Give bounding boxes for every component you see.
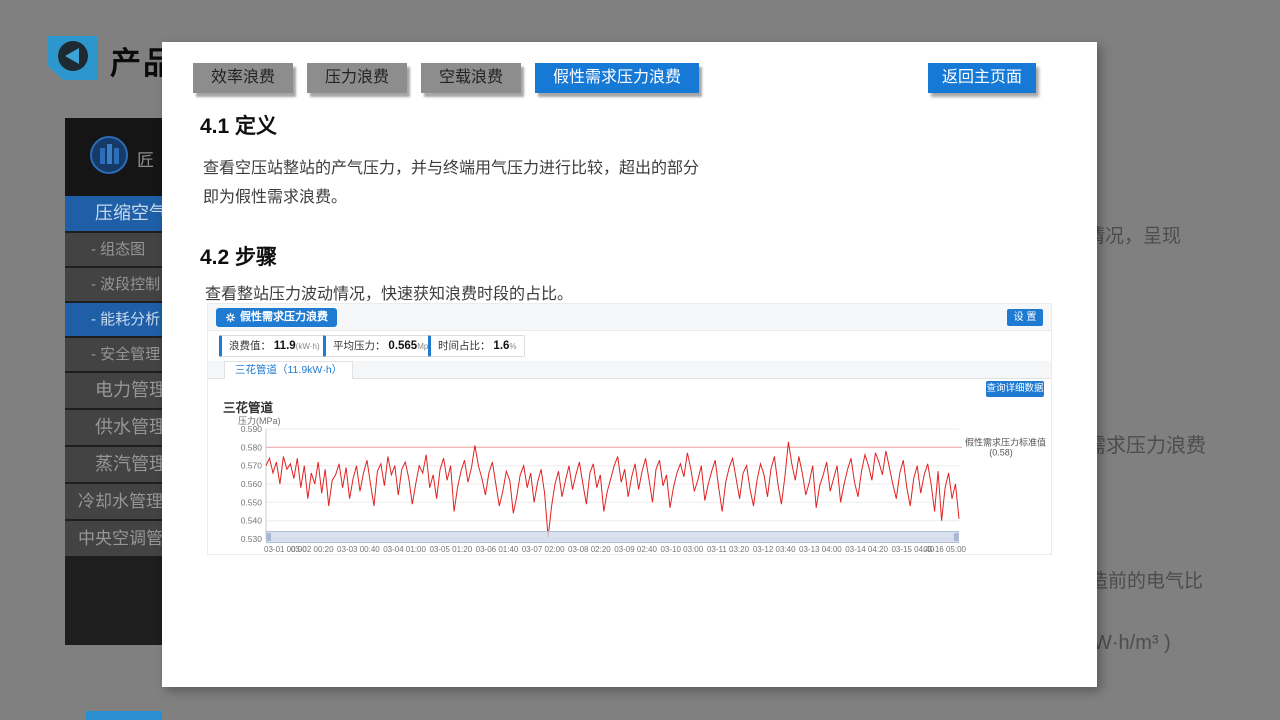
background-text-fragment: 需求压力浪费 [1086, 429, 1206, 458]
chart-datazoom-slider[interactable] [266, 531, 959, 543]
background-text-fragment: 情况，呈现 [1086, 221, 1181, 248]
svg-text:03-12 03:40: 03-12 03:40 [753, 545, 796, 554]
definition-text-line: 即为假性需求浪费。 [203, 183, 347, 207]
svg-text:0.570: 0.570 [241, 461, 263, 471]
svg-text:03-10 03:00: 03-10 03:00 [660, 545, 703, 554]
svg-text:03-13 04:00: 03-13 04:00 [799, 545, 842, 554]
background-text-fragment: W·h/m³ ) [1093, 632, 1171, 655]
pressure-line-chart: 0.5900.5800.5700.5600.5500.5400.53003-01… [208, 304, 1053, 556]
section-heading-steps: 4.2 步骤 [200, 241, 277, 271]
svg-text:03-04 01:00: 03-04 01:00 [383, 545, 426, 554]
svg-text:假性需求压力标准值: 假性需求压力标准值 [965, 436, 1046, 447]
help-modal: 效率浪费压力浪费空载浪费假性需求压力浪费 返回主页面 4.1 定义 查看空压站整… [162, 42, 1097, 687]
background-text-fragment: 造前的电气比 [1089, 566, 1203, 593]
svg-text:0.530: 0.530 [241, 534, 263, 544]
svg-text:0.550: 0.550 [241, 497, 263, 507]
svg-text:0.560: 0.560 [241, 479, 263, 489]
back-button[interactable] [48, 36, 98, 80]
waste-tab[interactable]: 假性需求压力浪费 [535, 63, 699, 93]
sidebar-logo-icon [90, 136, 128, 174]
svg-text:03-07 02:00: 03-07 02:00 [522, 545, 565, 554]
dashboard-screenshot: 假性需求压力浪费 设 置 浪费值： 11.9(kW·h)平均压力： 0.565M… [207, 303, 1052, 555]
definition-text-line: 查看空压站整站的产气压力，并与终端用气压力进行比较，超出的部分 [203, 154, 699, 178]
steps-text-line: 查看整站压力波动情况，快速获知浪费时段的占比。 [205, 280, 573, 304]
waste-tab[interactable]: 压力浪费 [307, 63, 407, 93]
waste-tab-row: 效率浪费压力浪费空载浪费假性需求压力浪费 [193, 63, 699, 93]
svg-text:(0.58): (0.58) [989, 447, 1013, 457]
svg-text:03-14 04:20: 03-14 04:20 [845, 545, 888, 554]
svg-text:03-02 00:20: 03-02 00:20 [291, 545, 334, 554]
sidebar-logo-text: 匠 [137, 146, 154, 171]
back-arrow-icon [48, 36, 98, 80]
waste-tab[interactable]: 空载浪费 [421, 63, 521, 93]
datazoom-right-handle[interactable] [954, 533, 958, 541]
svg-text:03-03 00:40: 03-03 00:40 [337, 545, 380, 554]
svg-text:03-06 01:40: 03-06 01:40 [476, 545, 519, 554]
svg-text:03-16 05:00: 03-16 05:00 [923, 545, 966, 554]
svg-text:0.540: 0.540 [241, 516, 263, 526]
svg-text:03-08 02:20: 03-08 02:20 [568, 545, 611, 554]
svg-text:03-11 03:20: 03-11 03:20 [707, 545, 750, 554]
return-home-button[interactable]: 返回主页面 [928, 63, 1036, 93]
datazoom-left-handle[interactable] [267, 533, 271, 541]
svg-text:0.580: 0.580 [241, 442, 263, 452]
svg-text:03-05 01:20: 03-05 01:20 [429, 545, 472, 554]
section-heading-definition: 4.1 定义 [200, 110, 277, 140]
svg-text:03-09 02:40: 03-09 02:40 [614, 545, 657, 554]
waste-tab[interactable]: 效率浪费 [193, 63, 293, 93]
bottom-accent-bar [86, 711, 162, 720]
svg-text:0.590: 0.590 [241, 424, 263, 434]
